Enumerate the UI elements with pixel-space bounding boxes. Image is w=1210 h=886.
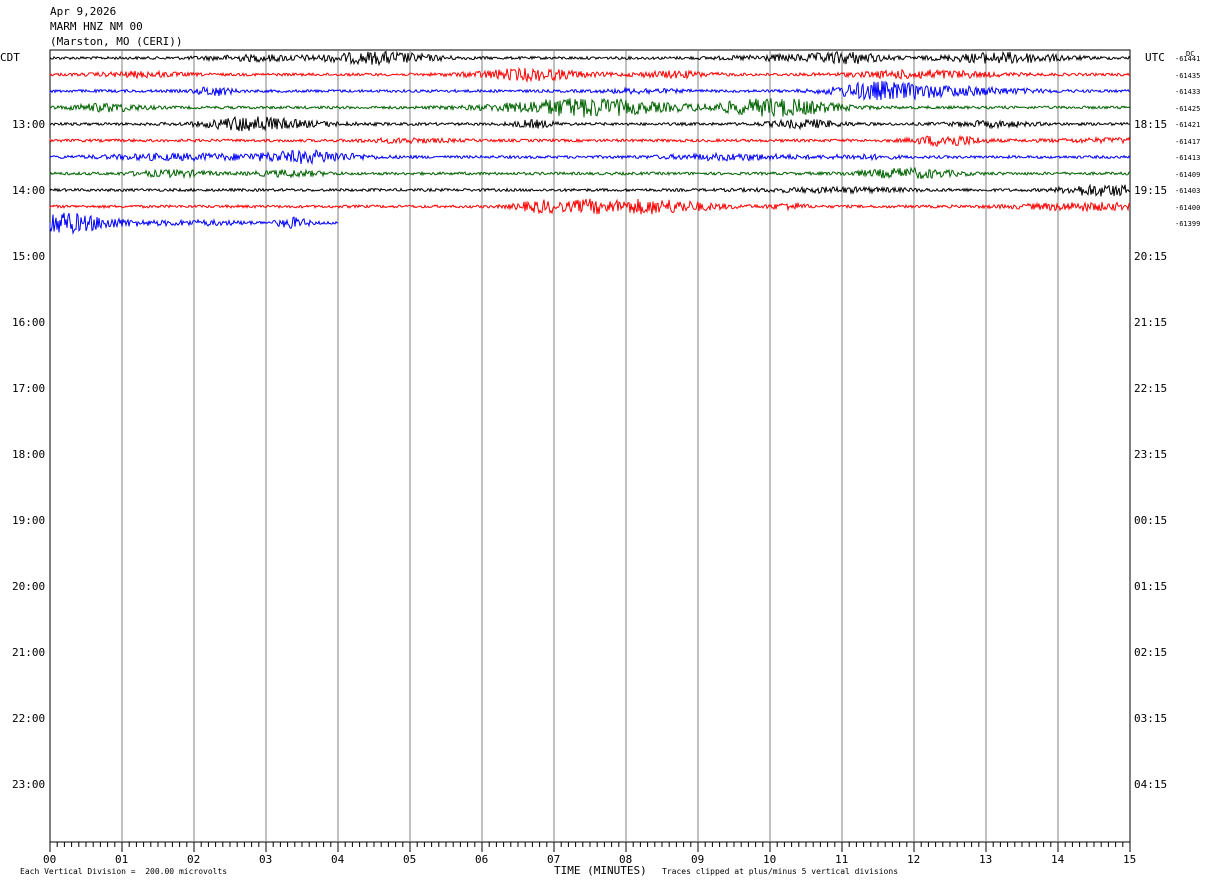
- x-tick-label: 10: [763, 853, 777, 866]
- dc-offset-label: -61403: [1175, 187, 1201, 195]
- cdt-hour-label: 19:00: [12, 514, 46, 527]
- dc-offset-label: -61433: [1175, 88, 1201, 96]
- utc-hour-label: 19:15: [1134, 184, 1168, 197]
- dc-offset-label: -61417: [1175, 137, 1201, 146]
- dc-label: DC: [1186, 50, 1195, 58]
- x-tick-label: 02: [187, 853, 201, 866]
- trace-line: [49, 166, 1131, 180]
- trace-line: [49, 198, 1131, 215]
- x-tick-label: 00: [43, 853, 57, 866]
- trace-line: [49, 149, 1131, 166]
- utc-hour-label: 20:15: [1134, 250, 1168, 263]
- x-tick-label: 11: [835, 853, 849, 866]
- seismogram-plot: [49, 49, 1131, 852]
- utc-hour-label: 02:15: [1134, 646, 1168, 659]
- cdt-hour-label: 23:00: [12, 778, 46, 791]
- cdt-hour-label: 18:00: [12, 448, 46, 461]
- cdt-hour-label: 14:00: [12, 184, 46, 197]
- cdt-hour-label: 13:00: [12, 118, 46, 131]
- x-tick-label: 01: [115, 853, 129, 866]
- trace-line: [49, 50, 1131, 67]
- x-tick-label: 03: [259, 853, 273, 866]
- cdt-hour-label: 21:00: [12, 646, 46, 659]
- trace-line: [49, 80, 1131, 101]
- x-tick-label: 09: [691, 853, 705, 866]
- x-tick-label: 14: [1051, 853, 1065, 866]
- dc-offset-label: -61435: [1175, 71, 1201, 80]
- x-tick-label: 05: [403, 853, 417, 866]
- dc-offset-label: -61413: [1175, 154, 1201, 162]
- dc-offset-label: -61425: [1175, 104, 1201, 113]
- vertical-division-note: Each Vertical Division = 200.00 microvol…: [20, 867, 228, 876]
- trace-line: [49, 115, 1131, 132]
- cdt-hour-label: 17:00: [12, 382, 46, 395]
- trace-line: [49, 183, 1131, 197]
- clipping-note: Traces clipped at plus/minus 5 vertical …: [662, 867, 899, 876]
- utc-hour-label: 22:15: [1134, 382, 1168, 395]
- dc-offset-label: -61421: [1175, 121, 1201, 129]
- trace-line: [49, 97, 1131, 118]
- x-tick-label: 15: [1123, 853, 1137, 866]
- utc-hour-label: 21:15: [1134, 316, 1168, 329]
- x-tick-label: 12: [907, 853, 921, 866]
- cdt-hour-label: 20:00: [12, 580, 46, 593]
- cdt-hour-label: 22:00: [12, 712, 46, 725]
- utc-hour-label: 03:15: [1134, 712, 1168, 725]
- dc-offset-label: -61400: [1175, 203, 1201, 212]
- cdt-hour-label: 15:00: [12, 250, 46, 263]
- x-tick-label: 13: [979, 853, 993, 866]
- trace-line: [49, 134, 1131, 148]
- utc-hour-label: 04:15: [1134, 778, 1168, 791]
- utc-hour-label: 23:15: [1134, 448, 1168, 461]
- dc-offset-label: -61399: [1175, 220, 1201, 228]
- utc-hour-label: 01:15: [1134, 580, 1168, 593]
- trace-line: [49, 66, 1131, 83]
- utc-label: UTC: [1145, 51, 1165, 64]
- x-tick-label: 04: [331, 853, 345, 866]
- plot-frame: [49, 49, 1131, 843]
- utc-hour-label: 00:15: [1134, 514, 1168, 527]
- dc-offset-label: -61409: [1175, 170, 1201, 179]
- cdt-label: CDT: [0, 51, 20, 64]
- cdt-hour-label: 16:00: [12, 316, 46, 329]
- x-tick-label: 06: [475, 853, 489, 866]
- utc-hour-label: 18:15: [1134, 118, 1168, 131]
- x-axis-title: TIME (MINUTES): [554, 864, 647, 877]
